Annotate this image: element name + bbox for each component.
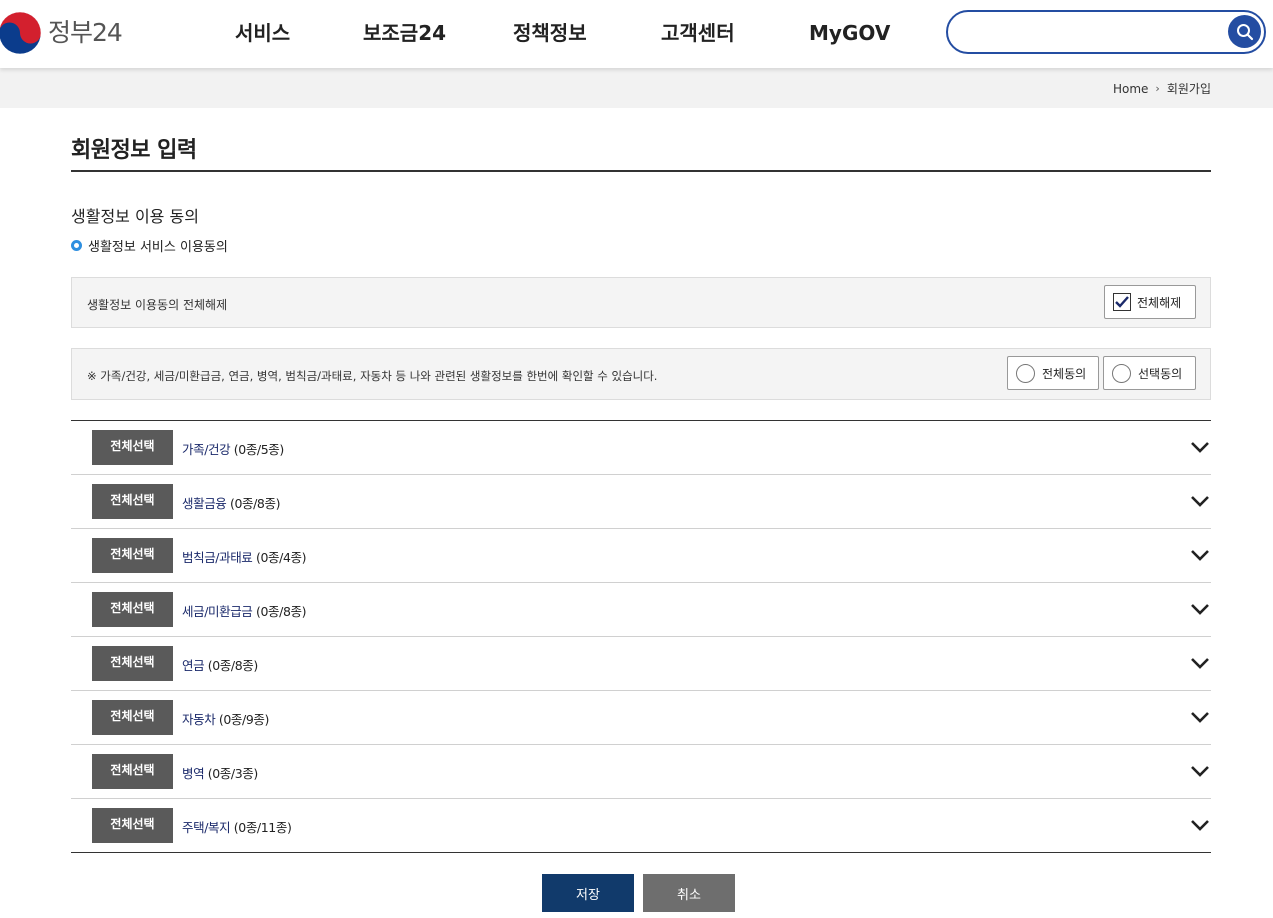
chevron-down-icon[interactable] xyxy=(1189,814,1211,836)
category-row-housing-welfare[interactable]: 전체선택 주택/복지 (0종/11종) xyxy=(71,799,1211,853)
category-count: (0종/8종) xyxy=(229,496,281,511)
chevron-down-icon[interactable] xyxy=(1189,544,1211,566)
nav-policy-info[interactable]: 정책정보 xyxy=(513,0,587,68)
category-row-family-health[interactable]: 전체선택 가족/건강 (0종/5종) xyxy=(71,421,1211,475)
site-logo[interactable]: 정부24 xyxy=(0,11,123,55)
category-label: 가족/건강 (0종/5종) xyxy=(182,439,284,458)
agree-select-label: 선택동의 xyxy=(1138,366,1183,381)
select-all-button[interactable]: 전체선택 xyxy=(92,646,173,681)
category-count: (0종/8종) xyxy=(256,604,307,619)
category-count: (0종/11종) xyxy=(233,820,292,835)
agree-select-radio[interactable]: 선택동의 xyxy=(1103,356,1196,390)
select-all-button[interactable]: 전체선택 xyxy=(92,700,173,735)
release-all-label: 전체해제 xyxy=(1137,295,1182,310)
category-label: 주택/복지 (0종/11종) xyxy=(182,817,292,836)
chevron-down-icon[interactable] xyxy=(1189,436,1211,458)
title-divider xyxy=(71,170,1211,172)
category-count: (0종/8종) xyxy=(207,658,258,673)
form-actions: 저장 취소 xyxy=(71,874,1211,912)
category-label: 연금 (0종/8종) xyxy=(182,655,258,674)
select-all-button[interactable]: 전체선택 xyxy=(92,430,173,465)
circle-bullet-icon xyxy=(71,240,82,251)
nav-subsidy24[interactable]: 보조금24 xyxy=(363,0,446,68)
release-all-text: 생활정보 이용동의 전체해제 xyxy=(87,298,228,312)
category-row-pension[interactable]: 전체선택 연금 (0종/8종) xyxy=(71,637,1211,691)
category-count: (0종/9종) xyxy=(218,712,269,727)
category-count: (0종/3종) xyxy=(207,766,258,781)
page-title: 회원정보 입력 xyxy=(71,138,197,163)
category-count: (0종/4종) xyxy=(256,550,307,565)
category-label: 세금/미환급금 (0종/8종) xyxy=(182,601,306,620)
category-name: 가족/건강 xyxy=(182,442,231,457)
select-all-button[interactable]: 전체선택 xyxy=(92,754,173,789)
search-input[interactable] xyxy=(962,19,1222,45)
category-row-tax-refund[interactable]: 전체선택 세금/미환급금 (0종/8종) xyxy=(71,583,1211,637)
save-button[interactable]: 저장 xyxy=(542,874,634,912)
breadcrumb-current: 회원가입 xyxy=(1166,82,1211,96)
breadcrumb-bar: Home › 회원가입 xyxy=(0,68,1273,108)
chevron-down-icon[interactable] xyxy=(1189,598,1211,620)
agree-all-radio[interactable]: 전체동의 xyxy=(1007,356,1099,390)
category-label: 생활금융 (0종/8종) xyxy=(182,493,280,512)
category-name: 병역 xyxy=(182,766,205,781)
select-all-button[interactable]: 전체선택 xyxy=(92,484,173,519)
category-label: 자동차 (0종/9종) xyxy=(182,709,269,728)
agree-all-label: 전체동의 xyxy=(1042,366,1087,381)
sub-title: 생활정보 서비스 이용동의 xyxy=(71,236,228,255)
select-all-button[interactable]: 전체선택 xyxy=(92,592,173,627)
top-header: 정부24 서비스 보조금24 정책정보 고객센터 MyGOV xyxy=(0,0,1273,68)
search-icon xyxy=(1236,23,1253,40)
logo-text: 정부24 xyxy=(48,18,123,47)
cancel-button[interactable]: 취소 xyxy=(643,874,735,912)
select-all-button[interactable]: 전체선택 xyxy=(92,808,173,843)
section-title: 생활정보 이용 동의 xyxy=(71,207,199,226)
category-row-fines[interactable]: 전체선택 범칙금/과태료 (0종/4종) xyxy=(71,529,1211,583)
category-row-military[interactable]: 전체선택 병역 (0종/3종) xyxy=(71,745,1211,799)
category-name: 세금/미환급금 xyxy=(182,604,253,619)
category-list: 전체선택 가족/건강 (0종/5종) 전체선택 생활금융 (0종/8종) 전체선… xyxy=(71,420,1211,853)
chevron-down-icon[interactable] xyxy=(1189,490,1211,512)
taegeuk-logo-icon xyxy=(0,11,42,55)
category-label: 병역 (0종/3종) xyxy=(182,763,258,782)
category-name: 주택/복지 xyxy=(182,820,231,835)
radio-icon xyxy=(1112,363,1131,383)
nav-services[interactable]: 서비스 xyxy=(235,0,290,68)
chevron-down-icon[interactable] xyxy=(1189,652,1211,674)
category-name: 자동차 xyxy=(182,712,216,727)
chevron-right-icon: › xyxy=(1155,82,1160,95)
search-button[interactable] xyxy=(1228,15,1261,48)
category-name: 연금 xyxy=(182,658,205,673)
category-name: 생활금융 xyxy=(182,496,227,511)
info-text: ※ 가족/건강, 세금/미환급금, 연금, 병역, 범칙금/과태료, 자동차 등… xyxy=(87,369,658,383)
radio-icon xyxy=(1016,363,1035,383)
category-row-living-finance[interactable]: 전체선택 생활금융 (0종/8종) xyxy=(71,475,1211,529)
nav-customer-center[interactable]: 고객센터 xyxy=(661,0,735,68)
agreement-options-box: ※ 가족/건강, 세금/미환급금, 연금, 병역, 범칙금/과태료, 자동차 등… xyxy=(71,348,1211,400)
category-count: (0종/5종) xyxy=(233,442,284,457)
category-name: 범칙금/과태료 xyxy=(182,550,253,565)
chevron-down-icon[interactable] xyxy=(1189,706,1211,728)
search-box xyxy=(946,10,1266,54)
breadcrumb: Home › 회원가입 xyxy=(1113,80,1211,97)
checkbox-checked-icon xyxy=(1113,293,1131,311)
release-all-checkbox[interactable]: 전체해제 xyxy=(1104,285,1196,319)
category-label: 범칙금/과태료 (0종/4종) xyxy=(182,547,306,566)
sub-title-text: 생활정보 서비스 이용동의 xyxy=(88,240,228,255)
nav-mygov[interactable]: MyGOV xyxy=(809,0,890,68)
breadcrumb-home[interactable]: Home xyxy=(1113,82,1148,96)
chevron-down-icon[interactable] xyxy=(1189,760,1211,782)
category-row-vehicle[interactable]: 전체선택 자동차 (0종/9종) xyxy=(71,691,1211,745)
select-all-button[interactable]: 전체선택 xyxy=(92,538,173,573)
release-all-box: 생활정보 이용동의 전체해제 전체해제 xyxy=(71,277,1211,328)
